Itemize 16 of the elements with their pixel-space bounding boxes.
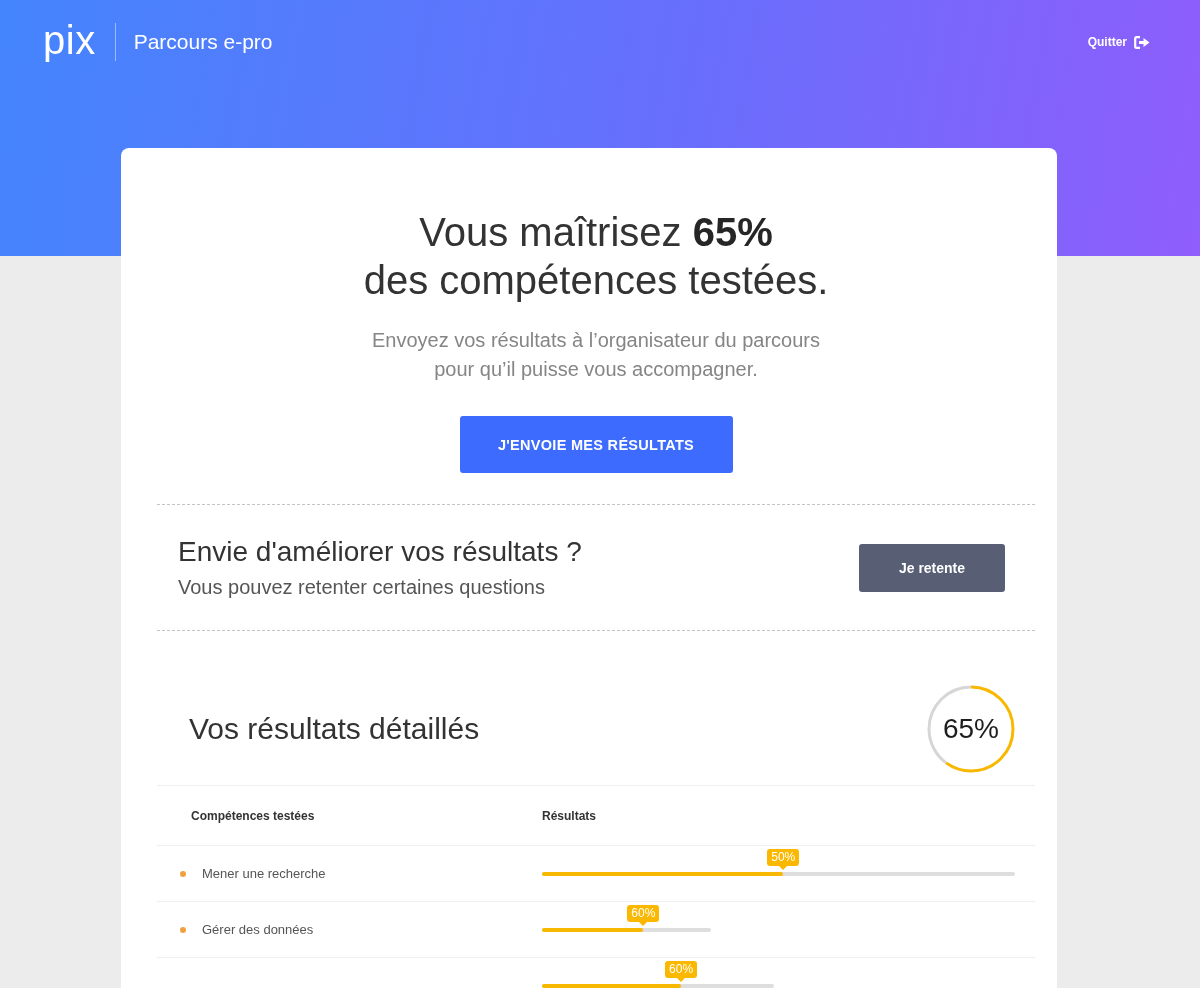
competence-name: Mener une recherche	[202, 866, 326, 881]
score-headline: Vous maîtrisez 65% des compétences testées.	[363, 209, 829, 304]
competence-name: Gérer des données	[202, 922, 314, 937]
quit-link[interactable]: Quitter	[1087, 35, 1150, 49]
retry-heading: Envie d'améliorer vos résultats ?	[178, 534, 582, 569]
retry-hint: Vous pouvez retenter certaines questions	[178, 574, 546, 600]
detailed-results-title: Vos résultats détaillés	[189, 712, 480, 746]
pix-logo: pix	[43, 20, 96, 64]
column-header: Résultats	[542, 808, 597, 823]
column-header: Compétences testées	[191, 808, 315, 823]
send-results-button[interactable]: J'ENVOIE MES RÉSULTATS	[459, 416, 733, 473]
course-title: Parcours e-pro	[133, 30, 273, 54]
send-results-message: Envoyez vos résultats à l’organisateur du parcours pour qu’il puisse vous accompagner.	[372, 328, 820, 382]
retry-button[interactable]: Je retente	[859, 543, 1005, 592]
logout-icon	[1134, 35, 1150, 49]
score-percentage: 65%	[943, 713, 999, 745]
